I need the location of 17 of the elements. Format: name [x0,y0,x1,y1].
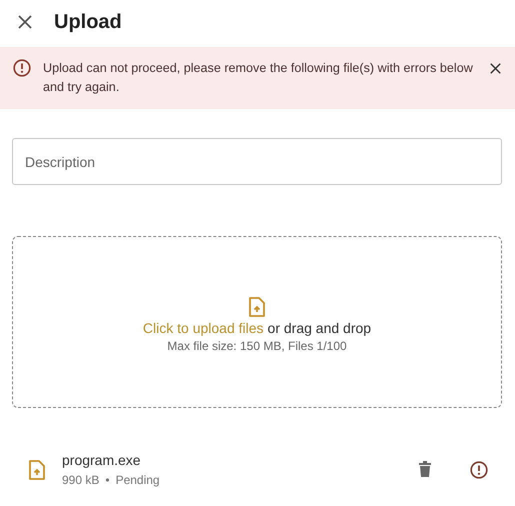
error-icon [470,460,488,478]
file-icon [28,460,46,480]
description-field[interactable]: Description [12,138,502,185]
file-name: program.exe [62,452,142,468]
alert-message: Upload can not proceed, please remove the following file(s) with errors below and try again. [43,60,474,96]
dialog-title: Upload [54,10,122,34]
close-button[interactable] [18,15,32,29]
upload-hint: Max file size: 150 MB, Files 1/100 [167,339,347,353]
close-button[interactable] [490,63,501,74]
upload-dropzone[interactable]: Click to upload files or drag and drop Max file size: 150 MB, Files 1/100 [12,236,502,408]
file-size: 990 kB [62,473,100,487]
error-icon [13,59,31,77]
separator: • [105,473,110,487]
file-status: Pending [116,473,160,487]
drop-text: or drag and drop [268,320,372,336]
delete-button[interactable] [418,461,432,478]
file-upload-icon [248,297,266,317]
